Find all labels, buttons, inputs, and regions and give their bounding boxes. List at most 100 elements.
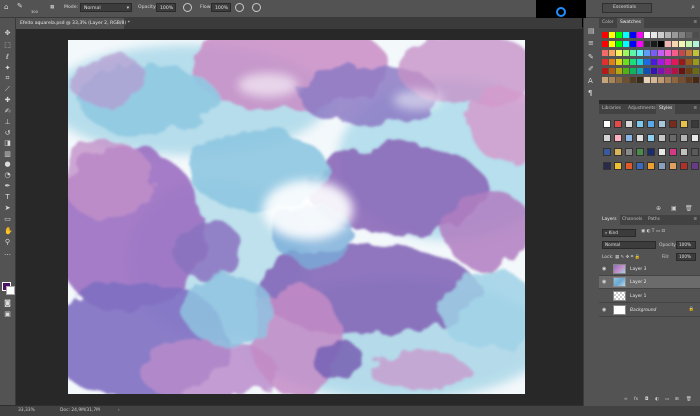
color-swatch[interactable] xyxy=(623,68,629,74)
crop-tool-icon[interactable]: ⌗ xyxy=(4,75,11,82)
background-color-swatch[interactable] xyxy=(6,286,15,295)
color-swatch[interactable] xyxy=(686,50,692,56)
eraser-tool-icon[interactable]: ◨ xyxy=(4,140,11,147)
color-swatch[interactable] xyxy=(616,41,622,47)
color-swatch[interactable] xyxy=(665,77,671,83)
color-swatch[interactable] xyxy=(637,68,643,74)
layer-row[interactable]: ◉ Background 🔒 xyxy=(599,304,700,317)
color-swatch[interactable] xyxy=(686,59,692,65)
color-swatch[interactable] xyxy=(637,32,643,38)
color-swatch[interactable] xyxy=(665,59,671,65)
color-swatch[interactable] xyxy=(672,50,678,56)
color-swatch[interactable] xyxy=(616,77,622,83)
link-layers-icon[interactable]: ∞ xyxy=(624,397,628,402)
color-swatch[interactable] xyxy=(672,77,678,83)
style-preset[interactable] xyxy=(603,134,611,142)
style-preset[interactable] xyxy=(691,148,699,156)
style-preset[interactable] xyxy=(658,148,666,156)
style-preset[interactable] xyxy=(625,120,633,128)
layer-filter-dropdown[interactable]: ⌕ Kind xyxy=(602,229,636,237)
color-swatch[interactable] xyxy=(693,68,699,74)
color-swatch[interactable] xyxy=(637,59,643,65)
color-swatch[interactable] xyxy=(672,32,678,38)
color-swatch[interactable] xyxy=(637,41,643,47)
airbrush-icon[interactable] xyxy=(235,3,244,12)
screen-mode-icon[interactable]: ▣ xyxy=(4,311,11,318)
history-brush-icon[interactable]: ↺ xyxy=(4,130,11,137)
color-swatch[interactable] xyxy=(679,32,685,38)
path-select-tool-icon[interactable]: ➤ xyxy=(4,205,11,212)
layer-row[interactable]: ◉ Layer 1 xyxy=(599,290,700,303)
quick-select-tool-icon[interactable]: ✦ xyxy=(4,65,11,72)
dodge-tool-icon[interactable]: ◔ xyxy=(4,172,11,179)
color-swatch[interactable] xyxy=(602,68,608,74)
color-swatch[interactable] xyxy=(693,32,699,38)
properties-panel-icon[interactable]: ≡ xyxy=(588,40,595,47)
color-swatch[interactable] xyxy=(609,50,615,56)
color-swatch[interactable] xyxy=(679,41,685,47)
stamp-tool-icon[interactable]: ⊥ xyxy=(4,119,11,126)
brush-settings-icon[interactable]: ✎ xyxy=(588,54,595,61)
color-swatch[interactable] xyxy=(623,41,629,47)
zoom-tool-icon[interactable]: ⚲ xyxy=(4,239,11,246)
color-swatch[interactable] xyxy=(693,77,699,83)
layer-opacity-field[interactable]: 100% xyxy=(676,241,696,249)
workspace-switcher[interactable]: Essentials xyxy=(602,3,652,13)
paragraph-panel-icon[interactable]: ¶ xyxy=(588,90,595,97)
color-swatch[interactable] xyxy=(672,68,678,74)
style-preset[interactable] xyxy=(603,148,611,156)
color-swatch[interactable] xyxy=(609,59,615,65)
color-swatch[interactable] xyxy=(686,41,692,47)
tab-libraries[interactable]: Libraries xyxy=(599,104,624,114)
color-swatch[interactable] xyxy=(623,77,629,83)
create-style-icon[interactable]: ▣ xyxy=(671,205,677,212)
document-tab[interactable]: Efeito aquarela.psd @ 33,3% (Layer 2, RG… xyxy=(16,18,130,29)
color-swatch[interactable] xyxy=(644,41,650,47)
style-preset[interactable] xyxy=(636,120,644,128)
visibility-eye-icon[interactable]: ◉ xyxy=(602,279,606,285)
color-swatch[interactable] xyxy=(623,32,629,38)
rectangle-tool-icon[interactable]: ▭ xyxy=(4,216,11,223)
color-swatch[interactable] xyxy=(602,41,608,47)
color-swatch[interactable] xyxy=(658,68,664,74)
blend-mode-dropdown[interactable]: Normal xyxy=(602,241,656,249)
style-preset[interactable] xyxy=(625,162,633,170)
color-swatch[interactable] xyxy=(651,77,657,83)
color-swatch[interactable] xyxy=(630,50,636,56)
history-panel-icon[interactable]: ▤ xyxy=(588,28,595,35)
style-preset[interactable] xyxy=(603,120,611,128)
style-preset[interactable] xyxy=(647,120,655,128)
style-preset[interactable] xyxy=(658,134,666,142)
style-preset[interactable] xyxy=(614,120,622,128)
color-swatch[interactable] xyxy=(602,77,608,83)
color-swatch[interactable] xyxy=(630,32,636,38)
style-preset[interactable] xyxy=(647,162,655,170)
tab-color[interactable]: Color xyxy=(599,18,616,28)
tab-swatches[interactable]: Swatches xyxy=(617,18,644,28)
panel-menu-icon[interactable]: ≡ xyxy=(690,18,700,28)
color-swatch[interactable] xyxy=(679,50,685,56)
color-swatch[interactable] xyxy=(644,32,650,38)
color-swatch[interactable] xyxy=(637,77,643,83)
style-preset[interactable] xyxy=(658,120,666,128)
layer-mask-icon[interactable]: ◘ xyxy=(645,397,648,402)
marquee-tool-icon[interactable]: ⬚ xyxy=(4,42,11,49)
layer-row[interactable]: ◉ Layer 3 xyxy=(599,263,700,276)
tab-channels[interactable]: Channels xyxy=(619,215,645,225)
delete-layer-icon[interactable]: 🗑 xyxy=(686,397,692,402)
color-swatch[interactable] xyxy=(665,50,671,56)
color-swatch[interactable] xyxy=(651,41,657,47)
style-preset[interactable] xyxy=(614,134,622,142)
color-swatch[interactable] xyxy=(672,59,678,65)
style-preset[interactable] xyxy=(669,148,677,156)
character-panel-icon[interactable]: A xyxy=(588,78,595,85)
brush-size[interactable]: 300 xyxy=(31,10,38,14)
style-preset[interactable] xyxy=(614,148,622,156)
color-swatch[interactable] xyxy=(658,59,664,65)
new-style-icon[interactable]: ⊕ xyxy=(656,205,661,212)
color-swatch[interactable] xyxy=(623,59,629,65)
color-swatch[interactable] xyxy=(651,50,657,56)
lock-icons[interactable]: ▦ ✎ ✥ ⌗ 🔒 xyxy=(615,254,640,260)
new-layer-icon[interactable]: ⊞ xyxy=(675,397,679,402)
color-swatch[interactable] xyxy=(658,32,664,38)
